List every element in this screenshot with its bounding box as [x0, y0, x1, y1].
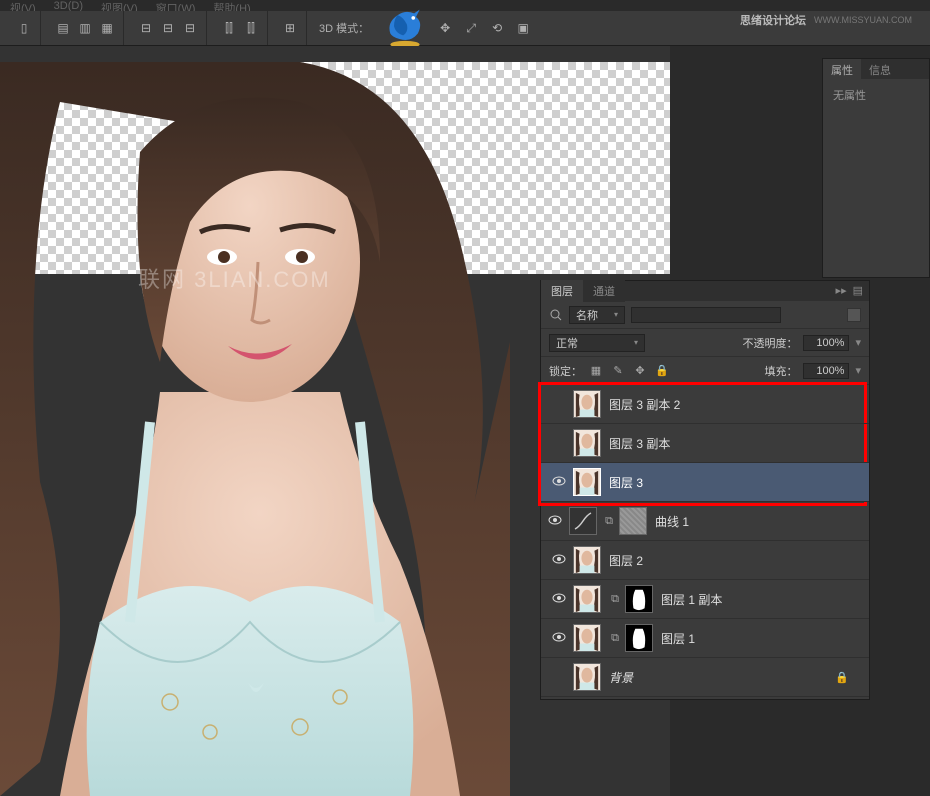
menu-item[interactable]: 窗口(W) [156, 0, 196, 11]
auto-align-icon[interactable]: ⊞ [280, 18, 300, 38]
mask-thumbnail[interactable] [625, 585, 653, 613]
adjustment-icon[interactable] [569, 507, 597, 535]
lock-all-icon[interactable]: 🔒 [654, 363, 670, 379]
menu-item[interactable]: 视图(V) [101, 0, 138, 11]
watermark-center: 联网 3LIAN.COM [138, 262, 331, 294]
3d-slide-icon[interactable]: ⟲ [487, 18, 507, 38]
layer-name[interactable]: 图层 1 [661, 630, 695, 647]
3d-orbit-icon[interactable]: ✥ [435, 18, 455, 38]
layer-thumbnail[interactable] [573, 546, 601, 574]
layer-name[interactable]: 图层 3 副本 [609, 435, 670, 452]
layer-thumbnail[interactable] [573, 390, 601, 418]
lock-label: 锁定： [549, 363, 582, 379]
lock-transparency-icon[interactable]: ▦ [588, 363, 604, 379]
distribute-icon[interactable]: ⊟ [180, 18, 200, 38]
collapse-icon[interactable]: ▸▸ [836, 284, 847, 297]
opacity-label: 不透明度： [742, 335, 797, 351]
opacity-stepper-icon[interactable]: ▾ [855, 336, 861, 349]
watermark-url: WWW.MISSYUAN.COM [814, 15, 912, 25]
visibility-toggle[interactable] [552, 554, 566, 567]
mask-thumbnail[interactable] [619, 507, 647, 535]
image-content [0, 62, 510, 796]
mask-thumbnail[interactable] [625, 624, 653, 652]
layer-row[interactable]: 图层 3 副本 [541, 424, 869, 463]
layer-thumbnail[interactable] [573, 585, 601, 613]
layer-thumbnail[interactable] [573, 663, 601, 691]
tab-properties[interactable]: 属性 [823, 59, 861, 79]
fill-label: 填充： [764, 363, 797, 379]
filter-input[interactable] [631, 307, 781, 323]
visibility-toggle[interactable] [552, 593, 566, 606]
layer-row[interactable]: ⧉ 图层 1 [541, 619, 869, 658]
watermark-cn: 思绪设计论坛 [740, 12, 806, 28]
visibility-toggle[interactable] [552, 476, 566, 489]
filter-toggle-icon[interactable] [847, 308, 861, 322]
blend-mode-dropdown[interactable]: 正常 [549, 334, 645, 352]
filter-type-dropdown[interactable]: 名称 [569, 306, 625, 324]
watermark-top: 思绪设计论坛 WWW.MISSYUAN.COM [740, 12, 912, 28]
align-right-icon[interactable]: ▦ [97, 18, 117, 38]
space-v-icon[interactable]: ⫿⫿ [241, 18, 261, 38]
link-icon[interactable]: ⧉ [609, 593, 621, 606]
menu-item[interactable]: 3D(D) [54, 0, 83, 11]
tab-layers[interactable]: 图层 [541, 280, 583, 302]
layer-name[interactable]: 背景 [609, 669, 633, 686]
opacity-input[interactable] [803, 335, 849, 351]
link-icon[interactable]: ⧉ [609, 632, 621, 645]
layers-panel: 图层 通道 ▸▸ ▤ 名称 正常 不透明度： ▾ 锁定： ▦ ✎ ✥ 🔒 填充：… [540, 280, 870, 700]
3d-camera-icon[interactable]: ▣ [513, 18, 533, 38]
lock-icon: 🔒 [835, 671, 849, 684]
tab-info[interactable]: 信息 [861, 59, 899, 79]
layer-row[interactable]: ⧉ 图层 1 副本 [541, 580, 869, 619]
distribute-h-icon[interactable]: ⊟ [136, 18, 156, 38]
align-tool-icon[interactable]: ▯ [14, 18, 34, 38]
app-logo-icon [381, 4, 429, 52]
properties-body: 无属性 [823, 79, 929, 111]
distribute-v-icon[interactable]: ⊟ [158, 18, 178, 38]
visibility-toggle[interactable] [552, 632, 566, 645]
layer-thumbnail[interactable] [573, 429, 601, 457]
panel-menu-icon[interactable]: ▤ [853, 284, 863, 297]
layer-row[interactable]: 背景 🔒 [541, 658, 869, 697]
align-left-icon[interactable]: ▤ [53, 18, 73, 38]
align-center-icon[interactable]: ▥ [75, 18, 95, 38]
visibility-toggle[interactable] [548, 515, 562, 528]
3d-mode-label: 3D 模式： [313, 20, 375, 36]
lock-pixels-icon[interactable]: ✎ [610, 363, 626, 379]
search-icon[interactable] [549, 308, 563, 322]
menu-item[interactable]: 帮助(H) [213, 0, 250, 11]
layer-name[interactable]: 图层 3 副本 2 [609, 396, 680, 413]
layers-list: 图层 3 副本 2 图层 3 副本 图层 3 ⧉ 曲线 1 图层 2 [541, 385, 869, 697]
menu-item[interactable]: 视(V) [10, 0, 36, 11]
layer-name[interactable]: 曲线 1 [655, 513, 689, 530]
tab-channels[interactable]: 通道 [583, 280, 625, 302]
layer-row[interactable]: 图层 2 [541, 541, 869, 580]
layer-row[interactable]: 图层 3 副本 2 [541, 385, 869, 424]
properties-panel: 属性 信息 无属性 [822, 58, 930, 278]
layer-name[interactable]: 图层 3 [609, 474, 643, 491]
layer-name[interactable]: 图层 2 [609, 552, 643, 569]
layer-name[interactable]: 图层 1 副本 [661, 591, 722, 608]
layer-thumbnail[interactable] [573, 624, 601, 652]
space-h-icon[interactable]: ⫿⫿ [219, 18, 239, 38]
layer-thumbnail[interactable] [573, 468, 601, 496]
layer-row[interactable]: ⧉ 曲线 1 [541, 502, 869, 541]
link-icon[interactable]: ⧉ [603, 515, 615, 528]
3d-pan-icon[interactable]: ⤢ [461, 18, 481, 38]
fill-stepper-icon[interactable]: ▾ [855, 364, 861, 377]
fill-input[interactable] [803, 363, 849, 379]
menubar: 视(V) 3D(D) 视图(V) 窗口(W) 帮助(H) [0, 0, 930, 11]
lock-position-icon[interactable]: ✥ [632, 363, 648, 379]
layer-row[interactable]: 图层 3 [541, 463, 869, 502]
